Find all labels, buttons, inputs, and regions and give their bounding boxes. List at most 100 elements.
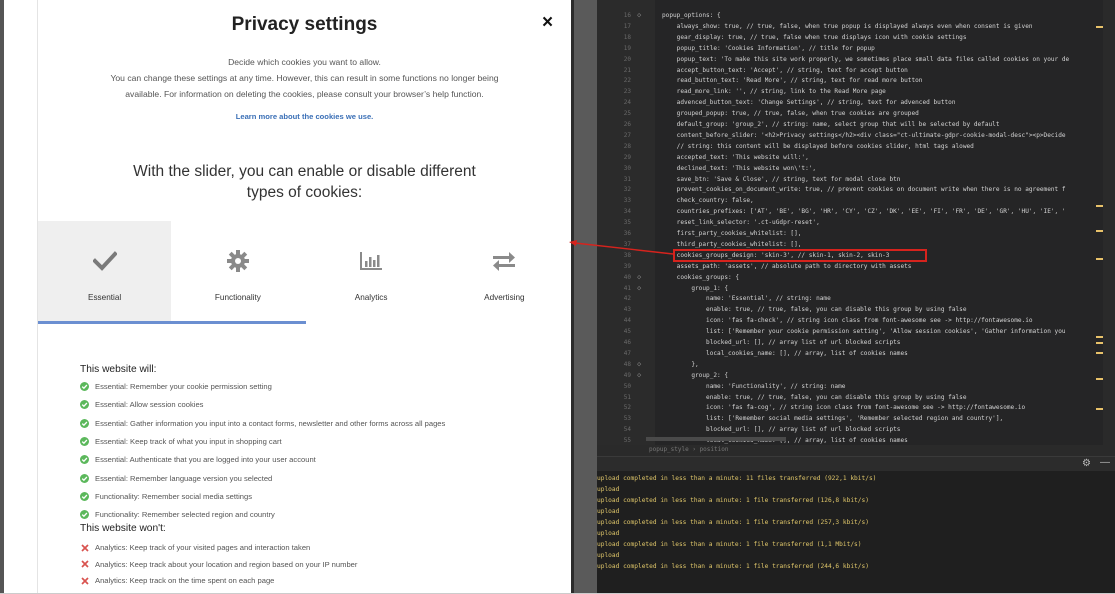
fold-icon[interactable]: ◇	[637, 273, 641, 281]
code-line[interactable]: list: ['Remember social media settings',…	[662, 415, 1003, 422]
tile-analytics[interactable]: Analytics	[304, 221, 438, 324]
modal-title: Privacy settings	[231, 14, 378, 35]
tile-essential[interactable]: Essential	[38, 221, 172, 324]
code-line[interactable]: default_group: 'group_2', // string: nam…	[662, 121, 1000, 128]
code-line[interactable]: popup_text: 'To make this site work prop…	[662, 56, 1070, 63]
code-line[interactable]: check_country: false,	[662, 197, 754, 204]
code-line[interactable]: grouped_popup: true, // true, false, whe…	[662, 110, 919, 117]
code-line[interactable]: name: 'Essential', // string: name	[662, 295, 831, 302]
wont-title: This website won't:	[80, 523, 166, 534]
check-circle-icon	[80, 510, 89, 520]
close-icon[interactable]: ×	[542, 12, 553, 34]
tile-label: Essential	[88, 293, 122, 302]
code-line[interactable]: prevent_cookies_on_document_write: true,…	[662, 186, 1066, 193]
line-number: 21	[623, 66, 631, 74]
list-item: Essential: Gather information you input …	[80, 418, 445, 428]
code-line[interactable]: popup_options: {	[662, 12, 721, 19]
code-line[interactable]: icon: 'fas fa-check', // string icon cla…	[662, 317, 1033, 324]
line-number: 41	[623, 284, 631, 292]
console-line: upload completed in less than a minute: …	[597, 563, 869, 570]
list-item: Essential: Remember language version you…	[80, 473, 272, 483]
code-line[interactable]: always_show: true, // true, false, when …	[662, 23, 1033, 30]
line-number: 43	[623, 306, 631, 314]
code-line[interactable]: icon: 'fas fa-cog', // string icon class…	[662, 404, 1025, 411]
code-line[interactable]: save_btn: 'Save & Close', // string, tex…	[662, 176, 901, 183]
bar-chart-icon	[305, 249, 438, 273]
cross-icon	[80, 576, 89, 585]
code-line[interactable]: group_1: {	[662, 285, 728, 292]
editor-scrollbar[interactable]	[1103, 0, 1115, 456]
line-number: 20	[623, 55, 631, 63]
line-number: 19	[623, 44, 631, 52]
slider-level-bar[interactable]	[38, 321, 306, 324]
editor-breadcrumb-bar: popup_style › position	[597, 445, 1115, 456]
fold-icon[interactable]: ◇	[637, 360, 641, 368]
code-line[interactable]: group_2: {	[662, 372, 728, 379]
code-line[interactable]: },	[662, 361, 698, 368]
gear-icon[interactable]: ⚙	[1082, 458, 1091, 469]
code-line[interactable]: enable: true, // true, false, you can di…	[662, 306, 967, 313]
code-line[interactable]: assets_path: 'assets', // absolute path …	[662, 263, 912, 270]
tile-advertising[interactable]: Advertising	[437, 221, 571, 324]
code-line[interactable]: third_party_cookies_whitelist: [],	[662, 241, 802, 248]
tile-label: Analytics	[354, 293, 388, 302]
fold-icon[interactable]: ◇	[637, 11, 641, 19]
editor-horizontal-scrollbar[interactable]	[646, 437, 786, 441]
fold-icon[interactable]: ◇	[637, 284, 641, 292]
code-line[interactable]: content_before_slider: '<h2>Privacy sett…	[662, 132, 1066, 139]
code-line[interactable]: accept_button_text: 'Accept', // string,…	[662, 67, 908, 74]
check-circle-icon	[80, 473, 89, 483]
list-item: Analytics: Keep track on the time spent …	[80, 576, 274, 585]
list-item-text: Essential: Authenticate that you are log…	[95, 455, 316, 465]
list-item: Essential: Keep track of what you input …	[80, 436, 282, 446]
code-line[interactable]: blocked_url: [], // array list of url bl…	[662, 339, 900, 346]
will-title: This website will:	[80, 364, 157, 375]
minimize-icon[interactable]: —	[1100, 457, 1110, 468]
fold-icon[interactable]: ◇	[637, 371, 641, 379]
list-item-text: Analytics: Keep track on the time spent …	[95, 576, 275, 585]
code-line[interactable]: reset_link_selector: '.ct-uGdpr-reset',	[662, 219, 820, 226]
code-line[interactable]: local_cookies_name: [], // array, list o…	[662, 350, 908, 357]
list-item-text: Functionality: Remember social media set…	[95, 491, 253, 501]
gear-icon	[171, 249, 304, 273]
code-line[interactable]: accepted_text: 'This website will:',	[662, 154, 809, 161]
page-edge	[0, 0, 4, 594]
code-line[interactable]: read_button_text: 'Read More', // string…	[662, 77, 923, 84]
check-circle-icon	[80, 455, 89, 465]
scroll-marker	[1096, 258, 1103, 260]
list-item: Analytics: Keep track about your locatio…	[80, 560, 357, 569]
code-line[interactable]: list: ['Remember your cookie permission …	[662, 328, 1066, 335]
code-line[interactable]: read_more_link: '', // string, link to t…	[662, 88, 886, 95]
code-editor[interactable]: 16 17 18 19 20 21 22 23 24 25 26 27 28 29 30 31 32 33 34 35…	[597, 0, 1115, 456]
code-line[interactable]: countries_prefixes: ['AT', 'BE', 'BG', '…	[662, 208, 1066, 215]
tile-functionality[interactable]: Functionality	[171, 221, 305, 324]
cross-icon	[80, 560, 89, 569]
console-panel: ⚙ — upload completed in less than a minu…	[597, 456, 1115, 594]
code-line[interactable]: declined_text: 'This website won\'t:',	[662, 165, 816, 172]
code-line[interactable]: popup_title: 'Cookies Information', // t…	[662, 45, 875, 52]
code-line[interactable]: enable: true, // true, false, you can di…	[662, 394, 967, 401]
editor-breadcrumb[interactable]: popup_style › position	[649, 446, 728, 453]
code-line[interactable]: blocked_url: [], // array list of url bl…	[662, 426, 900, 433]
modal-desc-line-1: Decide which cookies you want to allow.	[228, 57, 381, 67]
code-line[interactable]: // string: this content will be displaye…	[662, 143, 974, 150]
code-line[interactable]: gear_display: true, // true, false when …	[662, 34, 967, 41]
overlay-divider	[571, 0, 574, 594]
check-circle-icon	[80, 491, 89, 501]
code-line[interactable]: advenced_button_text: 'Change Settings',…	[662, 99, 956, 106]
line-number: 48	[623, 360, 631, 368]
scroll-marker	[1096, 26, 1103, 28]
line-number: 45	[623, 328, 631, 336]
modal-desc-line-3: available. For information on deleting t…	[125, 89, 484, 99]
code-line[interactable]: cookies_groups: {	[662, 274, 739, 281]
code-line[interactable]: first_party_cookies_whitelist: [],	[662, 230, 802, 237]
scroll-marker	[1096, 408, 1103, 410]
line-number: 27	[623, 131, 631, 139]
learn-more-link[interactable]: Learn more about the cookies we use.	[38, 112, 571, 121]
tile-label: Functionality	[214, 293, 261, 302]
scroll-marker	[1096, 352, 1103, 354]
line-number: 55	[623, 437, 631, 445]
check-circle-icon	[80, 382, 89, 391]
code-line[interactable]: name: 'Functionality', // string: name	[662, 383, 845, 390]
line-number: 28	[623, 142, 631, 150]
